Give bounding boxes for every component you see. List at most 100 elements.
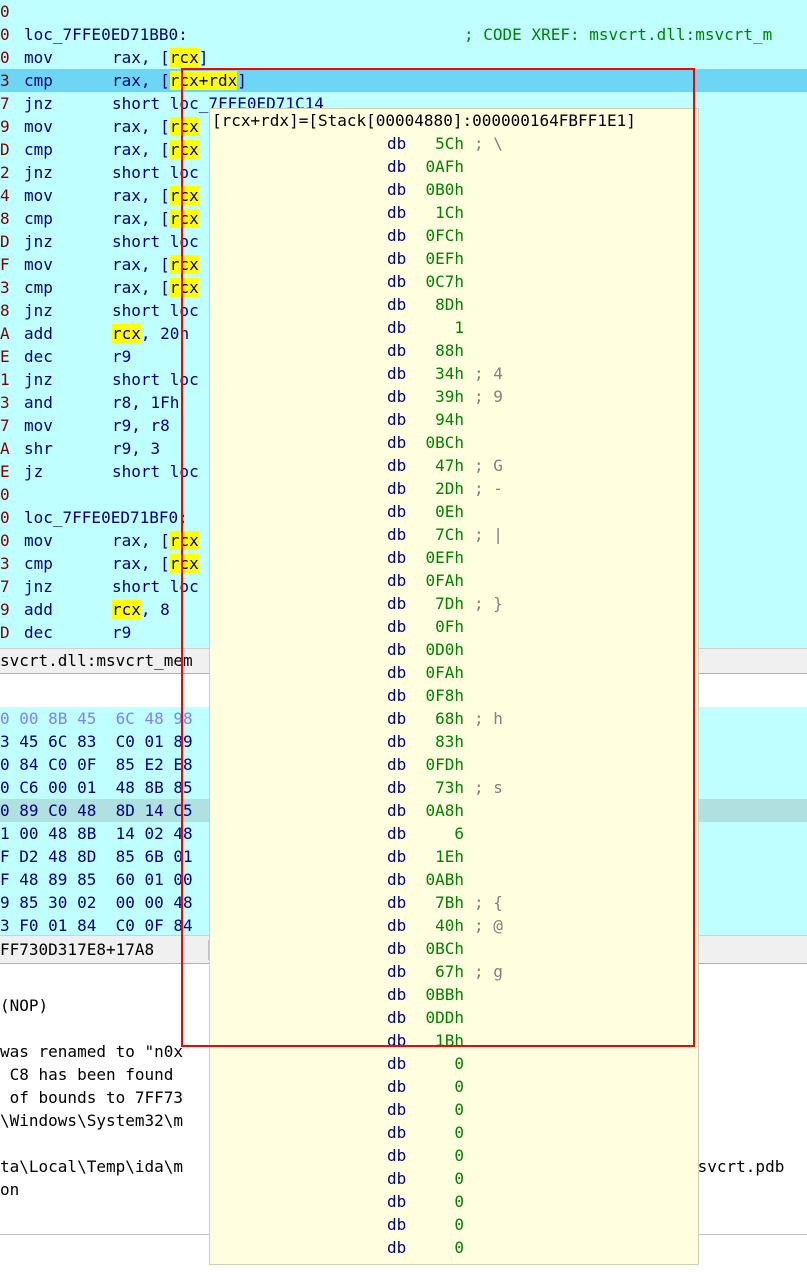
- instruction-mnemonic: jnz: [24, 577, 53, 596]
- byte-value: 0Eh: [435, 502, 464, 521]
- instruction-operands: rax, [rcx+rdx]: [112, 69, 247, 92]
- highlighted-register[interactable]: rcx: [169, 209, 199, 228]
- highlighted-register[interactable]: rcx: [169, 278, 199, 297]
- hint-data-row: db 88h: [210, 339, 698, 362]
- highlighted-register[interactable]: rcx: [169, 117, 199, 136]
- db-directive: db: [387, 870, 407, 889]
- char-comment: ; 4: [474, 364, 503, 383]
- db-directive: db: [387, 640, 407, 659]
- highlighted-register[interactable]: rcx: [169, 554, 199, 573]
- output-line: ta\Local\Temp\ida\m: [0, 1157, 184, 1176]
- highlighted-register[interactable]: rcx: [169, 140, 199, 159]
- code-label[interactable]: loc_7FFE0ED71BF0:: [24, 506, 188, 529]
- instruction-operands: rax, [rcx: [112, 276, 199, 299]
- instruction-operands: rax, [rcx: [112, 529, 199, 552]
- disasm-address: 0: [0, 25, 10, 44]
- disasm-address: 2: [0, 163, 10, 182]
- hint-data-row: db 0D0h: [210, 638, 698, 661]
- hint-data-row: db 68h ; h: [210, 707, 698, 730]
- char-comment: ; -: [474, 479, 503, 498]
- byte-value: 0AFh: [425, 157, 464, 176]
- db-directive: db: [387, 732, 407, 751]
- code-label[interactable]: loc_7FFE0ED71BB0:: [24, 23, 188, 46]
- operand-text: r9, r8: [112, 416, 170, 435]
- disasm-address: 0: [0, 508, 10, 527]
- instruction-operands: r9, 3: [112, 437, 160, 460]
- highlighted-register[interactable]: rcx: [169, 186, 199, 205]
- instruction-mnemonic: cmp: [24, 140, 53, 159]
- byte-value: 1Eh: [435, 847, 464, 866]
- instruction-operands: rcx, 8: [112, 598, 170, 621]
- hint-data-row: db 0: [210, 1098, 698, 1121]
- byte-value: 7Bh: [435, 893, 464, 912]
- char-comment: ; G: [474, 456, 503, 475]
- highlighted-register[interactable]: rcx: [112, 600, 141, 619]
- hint-data-row: db 0FDh: [210, 753, 698, 776]
- db-directive: db: [387, 709, 407, 728]
- instruction-operands: r8, 1Fh: [112, 391, 179, 414]
- highlighted-register[interactable]: rcx: [169, 48, 199, 67]
- output-line: was renamed to "n0x: [0, 1042, 184, 1061]
- highlighted-register[interactable]: rcx: [169, 255, 199, 274]
- instruction-operands: short loc: [112, 460, 199, 483]
- hint-data-row: db 0: [210, 1121, 698, 1144]
- instruction-mnemonic: mov: [24, 416, 53, 435]
- output-line: on: [0, 1180, 20, 1199]
- hint-data-row: db 1Eh: [210, 845, 698, 868]
- hex-bytes: 0 C6 00 01 48 8B 85: [0, 778, 193, 797]
- disasm-address: 3: [0, 71, 10, 90]
- hint-data-row: db 94h: [210, 408, 698, 431]
- char-comment: ; }: [474, 594, 503, 613]
- hint-data-row: db 7Bh ; {: [210, 891, 698, 914]
- disasm-line[interactable]: 0: [0, 0, 807, 23]
- db-directive: db: [387, 962, 407, 981]
- hint-data-row: db 8Dh: [210, 293, 698, 316]
- operand-text: short loc: [112, 163, 199, 182]
- char-comment: ; 9: [474, 387, 503, 406]
- disasm-line[interactable]: 0 loc_7FFE0ED71BB0: ; CODE XREF: msvcrt.dl…: [0, 23, 807, 46]
- byte-value: 8Dh: [435, 295, 464, 314]
- byte-value: 1: [454, 318, 464, 337]
- operand-text: short loc: [112, 301, 199, 320]
- operand-text: rax, [: [112, 531, 170, 550]
- hint-data-row: db 1Ch: [210, 201, 698, 224]
- db-directive: db: [387, 939, 407, 958]
- operand-text: rax, [: [112, 255, 170, 274]
- db-directive: db: [387, 916, 407, 935]
- hint-data-row: db 0C7h: [210, 270, 698, 293]
- byte-value: 73h: [435, 778, 464, 797]
- code-xref-comment[interactable]: ; CODE XREF: msvcrt.dll:msvcrt_m: [464, 23, 772, 46]
- char-comment: ; {: [474, 893, 503, 912]
- highlighted-register[interactable]: rcx: [169, 531, 199, 550]
- byte-value: 39h: [435, 387, 464, 406]
- hint-data-row: db 5Ch ; \: [210, 132, 698, 155]
- hint-data-row: db 0BCh: [210, 431, 698, 454]
- operand-text: rax, [: [112, 278, 170, 297]
- byte-value: 83h: [435, 732, 464, 751]
- byte-value: 7Dh: [435, 594, 464, 613]
- instruction-operands: rax, [rcx: [112, 552, 199, 575]
- hint-data-row: db 0: [210, 1052, 698, 1075]
- hint-data-row: db 0FAh: [210, 661, 698, 684]
- instruction-operands: r9, r8: [112, 414, 170, 437]
- output-line: of bounds to 7FF73: [0, 1088, 184, 1107]
- disasm-line[interactable]: 3 cmp rax, [rcx+rdx]: [0, 69, 807, 92]
- db-directive: db: [387, 272, 407, 291]
- db-directive: db: [387, 341, 407, 360]
- db-directive: db: [387, 686, 407, 705]
- db-directive: db: [387, 1100, 407, 1119]
- hex-bytes: 1 00 48 8B 14 02 48: [0, 824, 193, 843]
- byte-value: 0: [454, 1146, 464, 1165]
- hint-data-row: db 1: [210, 316, 698, 339]
- char-comment: ; h: [474, 709, 503, 728]
- instruction-operands: r9: [112, 345, 131, 368]
- disasm-address: A: [0, 439, 10, 458]
- byte-value: 0F8h: [425, 686, 464, 705]
- operand-text: rax, [: [112, 71, 170, 90]
- byte-value: 47h: [435, 456, 464, 475]
- byte-value: 1Bh: [435, 1031, 464, 1050]
- disasm-line[interactable]: 0 mov rax, [rcx]: [0, 46, 807, 69]
- char-comment: ; s: [474, 778, 503, 797]
- highlighted-register[interactable]: rcx: [112, 324, 141, 343]
- highlighted-register[interactable]: rcx+rdx: [169, 71, 238, 90]
